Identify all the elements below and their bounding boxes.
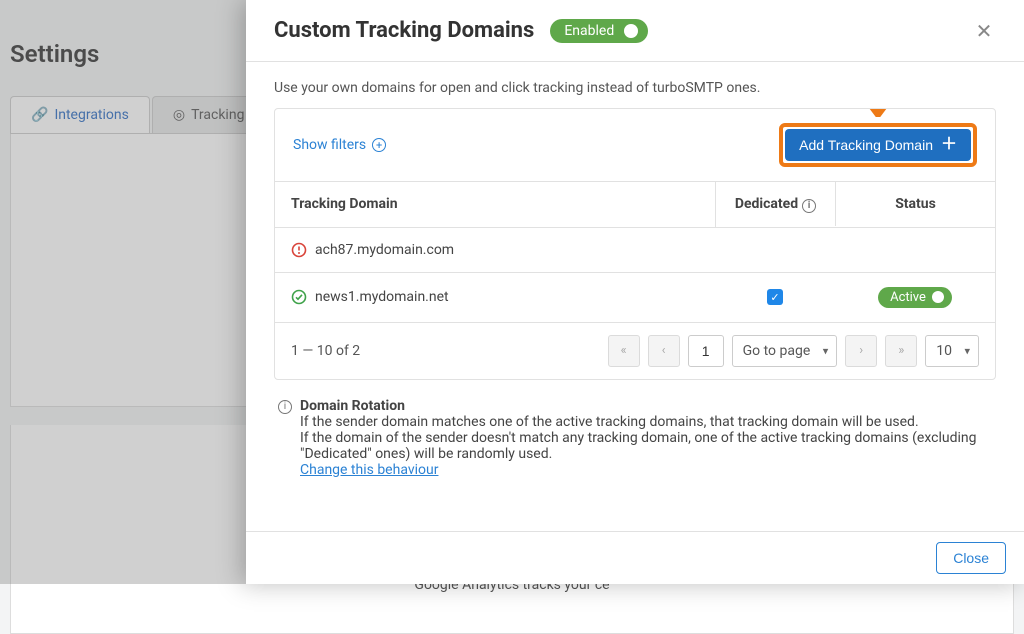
custom-tracking-domains-modal: Custom Tracking Domains Enabled ✕ Use yo…	[246, 0, 1024, 584]
domains-table: Show filters + Add Tracking Domain ＋ Tra…	[274, 108, 996, 380]
add-button-label: Add Tracking Domain	[799, 137, 933, 153]
active-toggle[interactable]: Active	[878, 287, 952, 308]
col-dedicated: Dedicatedi	[715, 182, 835, 227]
pager-next-button[interactable]: ›	[845, 335, 877, 367]
status-cell	[835, 236, 995, 264]
pager-size-select[interactable]: 10 ▾	[925, 335, 979, 367]
chevron-down-icon: ▾	[964, 344, 970, 357]
arrow-down-icon	[863, 108, 893, 117]
show-filters-link[interactable]: Show filters +	[293, 137, 386, 153]
domain-text: ach87.mydomain.com	[315, 242, 454, 258]
pager-last-button[interactable]: »	[885, 335, 917, 367]
error-icon	[291, 242, 307, 258]
check-circle-icon	[291, 289, 307, 305]
close-button[interactable]: Close	[936, 542, 1006, 574]
note-line: If the sender domain matches one of the …	[300, 414, 919, 430]
toggle-knob-icon	[624, 24, 638, 38]
plus-icon: ＋	[941, 137, 957, 153]
toggle-knob-icon	[932, 291, 944, 303]
active-label: Active	[890, 290, 926, 305]
domain-cell: news1.mydomain.net	[275, 275, 715, 319]
filter-row: Show filters + Add Tracking Domain ＋	[275, 109, 995, 182]
intro-text: Use your own domains for open and click …	[274, 80, 996, 96]
goto-label: Go to page	[743, 343, 811, 359]
note-body: Domain Rotation If the sender domain mat…	[300, 398, 996, 478]
modal-body: Use your own domains for open and click …	[246, 62, 1024, 531]
dedicated-checkbox[interactable]: ✓	[767, 289, 783, 305]
info-icon[interactable]: i	[802, 199, 816, 213]
domain-cell: ach87.mydomain.com	[275, 228, 715, 272]
show-filters-label: Show filters	[293, 137, 366, 153]
dedicated-cell: ✓	[715, 275, 835, 320]
col-status: Status	[835, 182, 995, 226]
note-title: Domain Rotation	[300, 398, 405, 414]
info-icon: i	[278, 400, 292, 414]
change-behaviour-link[interactable]: Change this behaviour	[300, 462, 438, 478]
domain-text: news1.mydomain.net	[315, 289, 449, 305]
pager-first-button[interactable]: «	[608, 335, 640, 367]
close-icon[interactable]: ✕	[972, 19, 996, 43]
status-cell: Active	[835, 273, 995, 322]
domain-rotation-note: i Domain Rotation If the sender domain m…	[274, 398, 996, 478]
dedicated-cell	[715, 236, 835, 264]
table-row[interactable]: ach87.mydomain.com	[275, 228, 995, 273]
pager-count: 1 — 10 of 2	[291, 343, 360, 359]
pager-prev-button[interactable]: ‹	[648, 335, 680, 367]
pagination: 1 — 10 of 2 « ‹ Go to page ▾ › » 10 ▾	[275, 323, 995, 379]
feature-enabled-toggle[interactable]: Enabled	[550, 19, 648, 43]
pager-page-input[interactable]	[688, 335, 724, 367]
modal-title: Custom Tracking Domains	[274, 18, 534, 43]
table-header: Tracking Domain Dedicatedi Status	[275, 182, 995, 228]
modal-header: Custom Tracking Domains Enabled ✕	[246, 0, 1024, 62]
table-row[interactable]: news1.mydomain.net ✓ Active	[275, 273, 995, 323]
col-domain: Tracking Domain	[275, 182, 715, 226]
plus-circle-icon: +	[372, 138, 386, 152]
add-button-highlight: Add Tracking Domain ＋	[779, 123, 977, 167]
note-line: If the domain of the sender doesn't matc…	[300, 430, 977, 462]
add-tracking-domain-button[interactable]: Add Tracking Domain ＋	[785, 129, 971, 161]
page-size-label: 10	[936, 343, 952, 359]
chevron-down-icon: ▾	[823, 344, 829, 357]
pager-goto-select[interactable]: Go to page ▾	[732, 335, 838, 367]
pill-label: Enabled	[564, 23, 614, 39]
modal-footer: Close	[246, 531, 1024, 584]
